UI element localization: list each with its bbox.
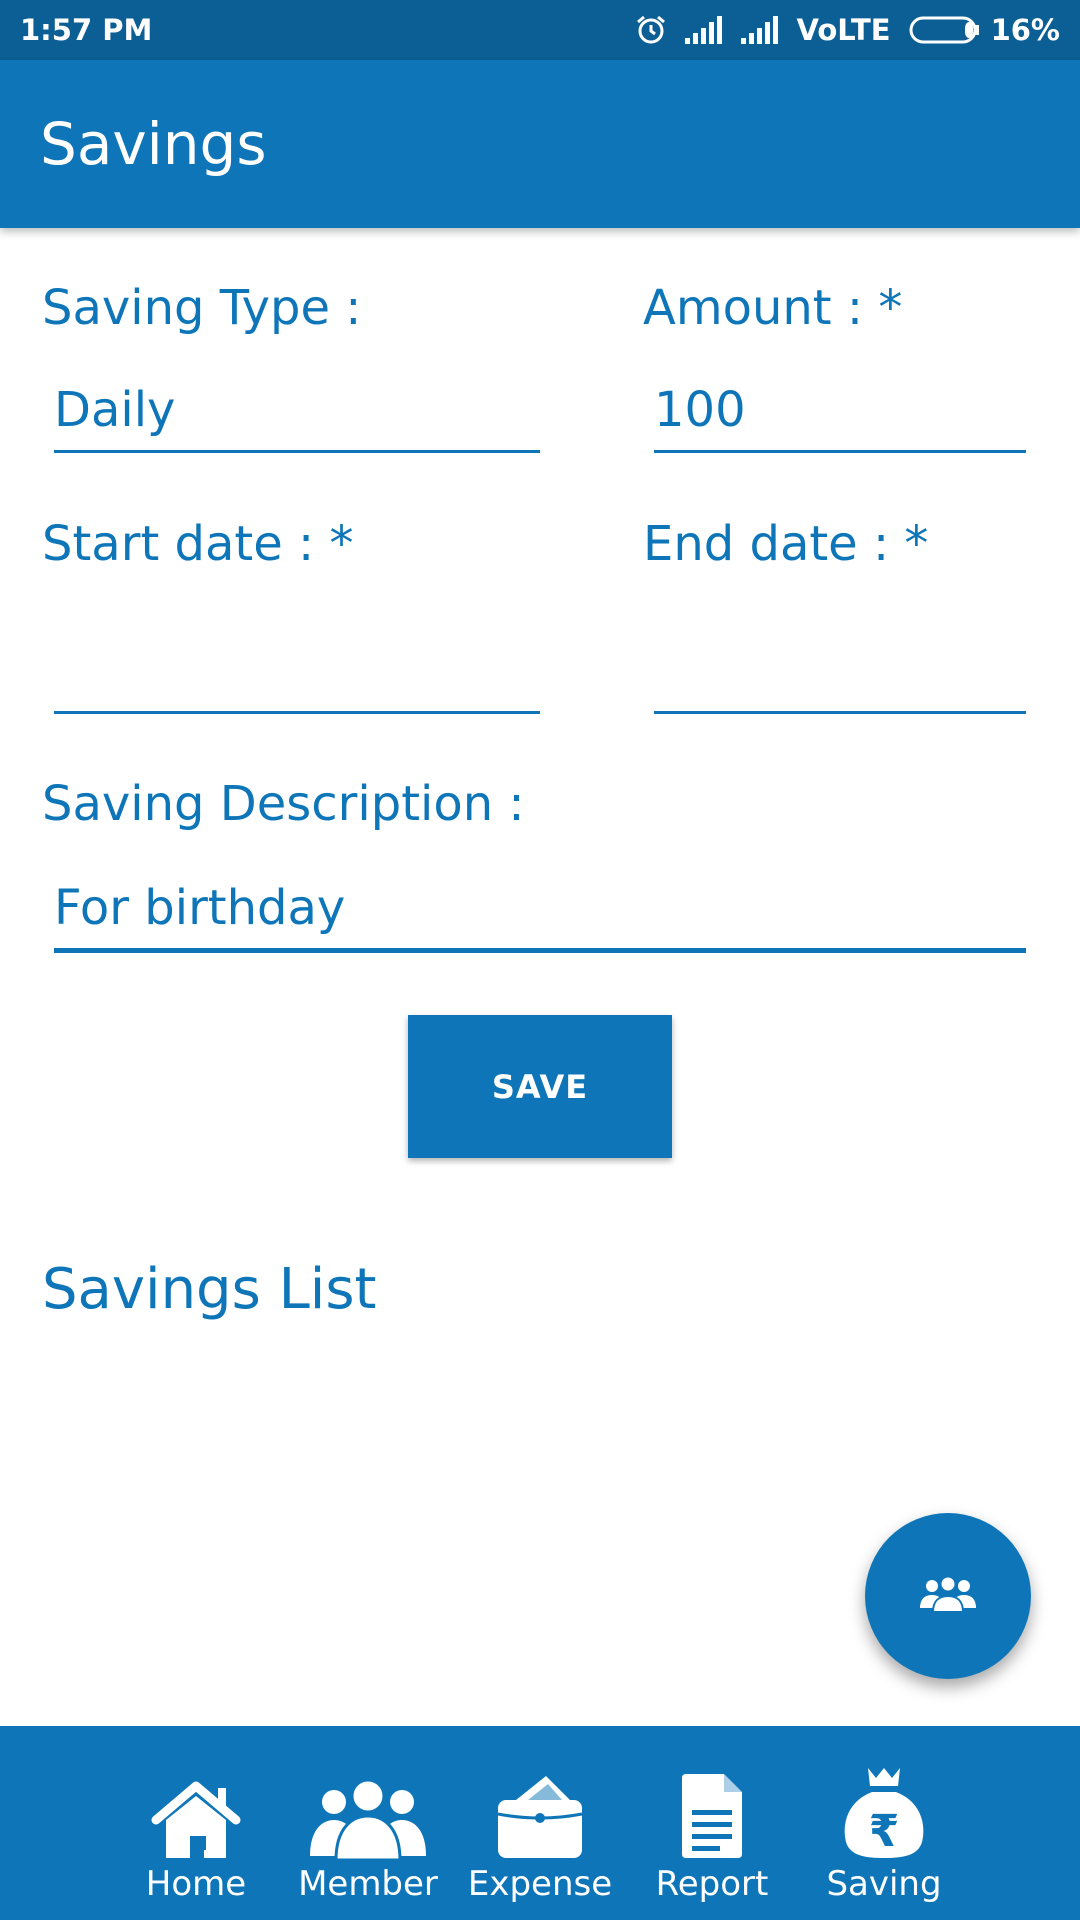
nav-label: Member [298,1864,438,1904]
report-icon [678,1762,746,1860]
nav-item-member[interactable]: Member [282,1726,454,1920]
battery-percent: 16% [990,13,1060,47]
nav-label: Report [655,1864,769,1904]
group-fab-button[interactable] [865,1513,1031,1679]
money-bag-icon: ₹ [840,1762,928,1860]
saving-type-label: Saving Type : [42,280,362,336]
end-date-label: End date : * [643,516,929,572]
save-button[interactable]: SAVE [408,1015,672,1158]
savings-list-title: Savings List [42,1257,377,1322]
start-date-field[interactable] [54,624,540,714]
amount-value: 100 [654,382,746,438]
group-icon [920,1574,976,1618]
members-icon [306,1762,430,1860]
nav-item-saving[interactable]: ₹ Saving [798,1726,970,1920]
nav-item-expense[interactable]: Expense [454,1726,626,1920]
status-bar: 1:57 PM VoLTE 16% [0,0,1080,60]
page-title: Savings [40,110,267,178]
description-value: For birthday [54,880,346,936]
status-icons: VoLTE 16% [635,13,1060,47]
home-icon [150,1762,242,1860]
alarm-icon [635,14,667,46]
app-bar: Savings [0,60,1080,228]
signal-icon [740,16,779,44]
start-date-label: Start date : * [42,516,354,572]
status-time: 1:57 PM [20,13,153,47]
nav-item-report[interactable]: Report [626,1726,798,1920]
nav-label: Saving [826,1864,942,1904]
nav-label: Home [145,1864,247,1904]
description-field[interactable]: For birthday [54,863,1026,953]
battery-icon [909,15,981,45]
amount-field[interactable]: 100 [654,363,1026,453]
amount-label: Amount : * [643,280,903,336]
description-label: Saving Description : [42,776,525,832]
bottom-nav: Home Member Expense Report ₹ Saving [0,1726,1080,1920]
network-type: VoLTE [796,13,891,47]
saving-type-value: Daily [54,382,176,438]
end-date-field[interactable] [654,624,1026,714]
nav-item-home[interactable]: Home [110,1726,282,1920]
signal-icon [684,16,723,44]
svg-text:₹: ₹ [869,1806,900,1857]
nav-label: Expense [467,1864,613,1904]
saving-type-field[interactable]: Daily [54,363,540,453]
battery: 16% [909,13,1060,47]
wallet-icon [496,1762,584,1860]
